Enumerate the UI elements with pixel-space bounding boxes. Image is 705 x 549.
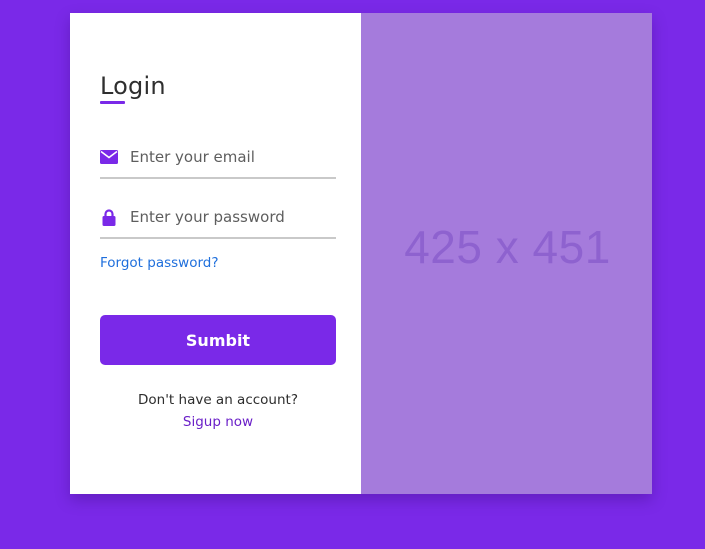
password-input[interactable] <box>130 208 330 226</box>
forgot-password-link[interactable]: Forgot password? <box>100 255 219 271</box>
signup-prompt: Don't have an account? <box>138 392 298 408</box>
image-placeholder-label: 425 x 451 <box>404 220 611 273</box>
lock-icon <box>100 208 118 226</box>
envelope-icon <box>100 148 118 166</box>
page-title: Login <box>100 72 166 100</box>
login-card: Login Forgot password? Sumbit <box>70 13 652 494</box>
submit-button[interactable]: Sumbit <box>100 315 336 365</box>
signup-section: Don't have an account? Sigup now <box>100 390 336 433</box>
signup-link[interactable]: Sigup now <box>183 411 253 433</box>
image-placeholder: 425 x 451 <box>361 13 652 494</box>
title-underline <box>100 101 125 104</box>
password-field[interactable] <box>100 197 336 239</box>
email-field[interactable] <box>100 137 336 179</box>
login-form-panel: Login Forgot password? Sumbit <box>70 13 361 494</box>
email-input[interactable] <box>130 148 330 166</box>
